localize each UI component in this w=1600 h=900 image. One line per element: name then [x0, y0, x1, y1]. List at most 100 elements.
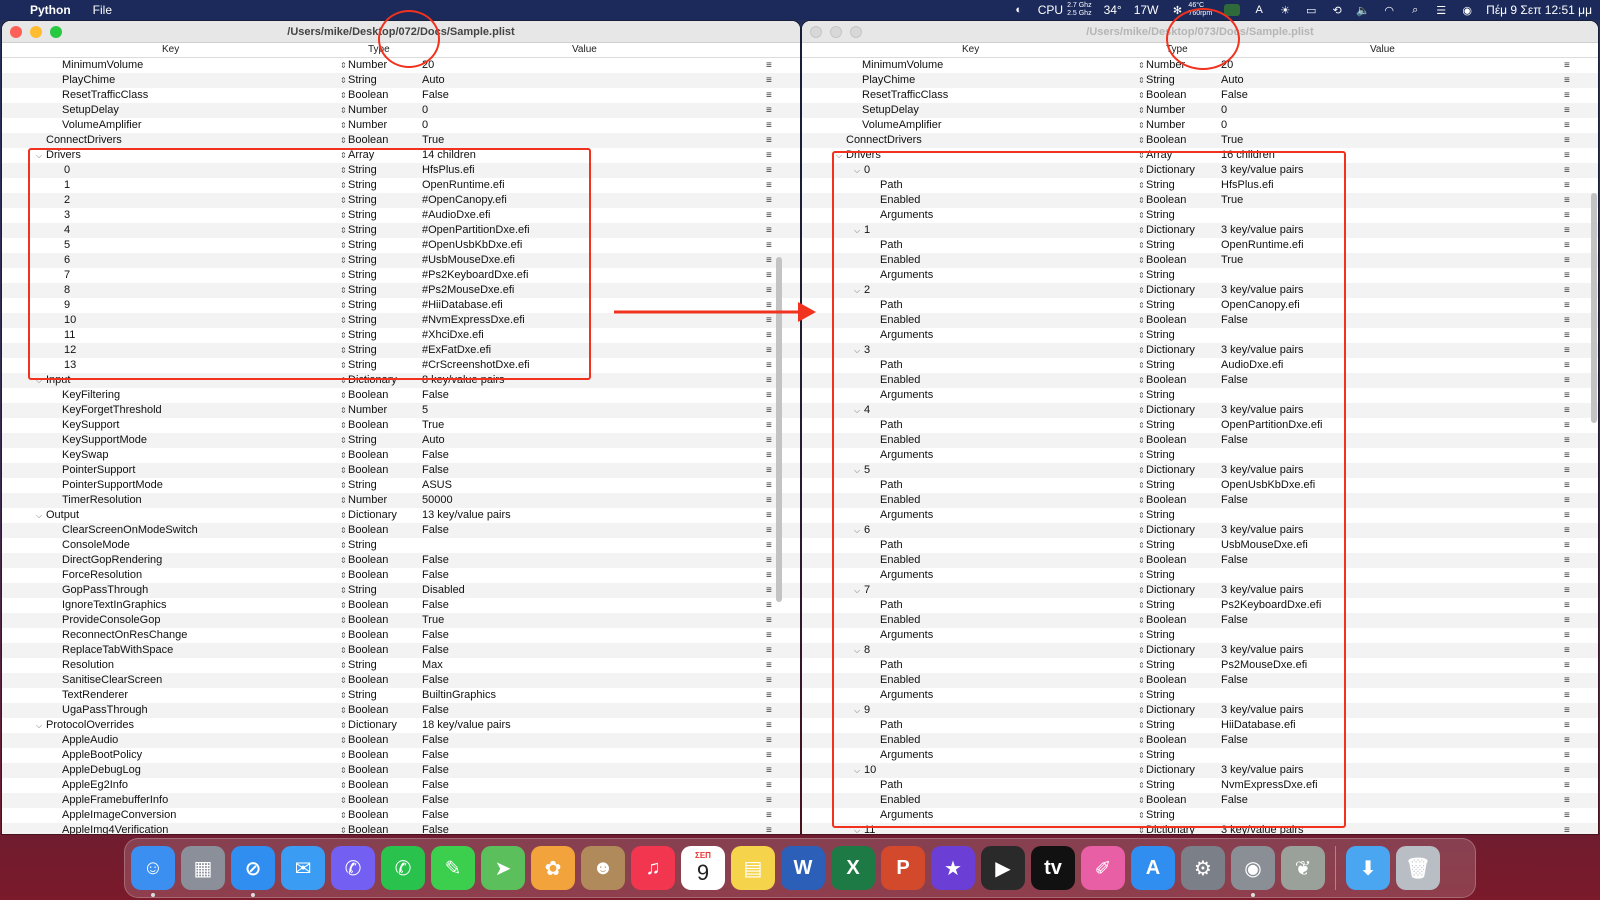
row-menu-icon[interactable]: ≡ — [766, 253, 772, 268]
row-type[interactable]: Boolean — [1146, 133, 1186, 148]
row-menu-icon[interactable]: ≡ — [1564, 733, 1570, 748]
row-menu-icon[interactable]: ≡ — [1564, 658, 1570, 673]
row-type[interactable]: Number — [348, 118, 387, 133]
type-stepper-icon[interactable]: ⇕ — [1138, 73, 1145, 88]
row-type[interactable]: String — [348, 688, 377, 703]
messages-icon[interactable]: ✎ — [431, 846, 475, 890]
row-value[interactable]: 5 — [422, 403, 428, 418]
type-stepper-icon[interactable]: ⇕ — [340, 778, 347, 793]
type-stepper-icon[interactable]: ⇕ — [340, 58, 347, 73]
imovie-icon[interactable]: ★ — [931, 846, 975, 890]
cpu-monitor[interactable]: CPU 2.7 Ghz 2.5 Ghz — [1038, 2, 1092, 18]
table-row[interactable]: AppleImg4Verification ⇕ Boolean False ≡ — [2, 823, 800, 834]
type-stepper-icon[interactable]: ⇕ — [340, 133, 347, 148]
type-stepper-icon[interactable]: ⇕ — [340, 733, 347, 748]
table-row[interactable]: AppleImageConversion ⇕ Boolean False ≡ — [2, 808, 800, 823]
type-stepper-icon[interactable]: ⇕ — [340, 793, 347, 808]
row-key[interactable]: KeySupport — [62, 418, 119, 433]
row-type[interactable]: Boolean — [348, 448, 388, 463]
row-type[interactable]: String — [348, 538, 377, 553]
type-stepper-icon[interactable]: ⇕ — [340, 118, 347, 133]
row-menu-icon[interactable]: ≡ — [766, 658, 772, 673]
table-row[interactable]: DirectGopRendering ⇕ Boolean False ≡ — [2, 553, 800, 568]
row-type[interactable]: Number — [348, 403, 387, 418]
type-stepper-icon[interactable]: ⇕ — [340, 568, 347, 583]
row-menu-icon[interactable]: ≡ — [766, 103, 772, 118]
row-menu-icon[interactable]: ≡ — [766, 73, 772, 88]
row-menu-icon[interactable]: ≡ — [1564, 118, 1570, 133]
brightness-icon[interactable]: ☀ — [1278, 3, 1292, 17]
row-type[interactable]: Boolean — [348, 388, 388, 403]
row-menu-icon[interactable]: ≡ — [766, 508, 772, 523]
row-menu-icon[interactable]: ≡ — [1564, 493, 1570, 508]
type-stepper-icon[interactable]: ⇕ — [340, 583, 347, 598]
row-type[interactable]: Dictionary — [348, 508, 397, 523]
row-menu-icon[interactable]: ≡ — [766, 613, 772, 628]
table-row[interactable]: SanitiseClearScreen ⇕ Boolean False ≡ — [2, 673, 800, 688]
row-menu-icon[interactable]: ≡ — [766, 268, 772, 283]
table-row[interactable]: KeySupportMode ⇕ String Auto ≡ — [2, 433, 800, 448]
row-key[interactable]: SetupDelay — [862, 103, 919, 118]
row-value[interactable]: 0 — [422, 118, 428, 133]
row-menu-icon[interactable]: ≡ — [766, 493, 772, 508]
row-menu-icon[interactable]: ≡ — [766, 238, 772, 253]
row-key[interactable]: ReplaceTabWithSpace — [62, 643, 173, 658]
row-type[interactable]: String — [1146, 73, 1175, 88]
control-center-icon[interactable]: ☰ — [1434, 3, 1448, 17]
power-readout[interactable]: 17W — [1134, 3, 1159, 17]
table-row[interactable]: AppleBootPolicy ⇕ Boolean False ≡ — [2, 748, 800, 763]
row-value[interactable]: False — [422, 823, 449, 834]
row-menu-icon[interactable]: ≡ — [1564, 148, 1570, 163]
row-value[interactable]: False — [422, 748, 449, 763]
type-stepper-icon[interactable]: ⇕ — [340, 73, 347, 88]
file-menu[interactable]: File — [93, 3, 112, 17]
table-row[interactable]: SetupDelay ⇕ Number 0 ≡ — [802, 103, 1598, 118]
row-key[interactable]: UgaPassThrough — [62, 703, 148, 718]
row-menu-icon[interactable]: ≡ — [1564, 538, 1570, 553]
type-stepper-icon[interactable]: ⇕ — [340, 598, 347, 613]
row-type[interactable]: Boolean — [348, 598, 388, 613]
table-row[interactable]: PlayChime ⇕ String Auto ≡ — [802, 73, 1598, 88]
type-stepper-icon[interactable]: ⇕ — [340, 763, 347, 778]
type-stepper-icon[interactable]: ⇕ — [340, 658, 347, 673]
row-type[interactable]: String — [348, 433, 377, 448]
volume-icon[interactable]: 🔈 — [1356, 3, 1370, 17]
row-menu-icon[interactable]: ≡ — [1564, 763, 1570, 778]
type-stepper-icon[interactable]: ⇕ — [340, 478, 347, 493]
row-type[interactable]: Boolean — [348, 823, 388, 834]
row-value[interactable]: BuiltinGraphics — [422, 688, 496, 703]
row-menu-icon[interactable]: ≡ — [766, 433, 772, 448]
row-value[interactable]: False — [422, 523, 449, 538]
row-value[interactable]: False — [422, 733, 449, 748]
notes-icon[interactable]: ▤ — [731, 846, 775, 890]
type-stepper-icon[interactable]: ⇕ — [1138, 118, 1145, 133]
row-key[interactable]: KeySupportMode — [62, 433, 147, 448]
row-value[interactable]: 50000 — [422, 493, 453, 508]
row-key[interactable]: AppleImg4Verification — [62, 823, 168, 834]
row-menu-icon[interactable]: ≡ — [766, 133, 772, 148]
row-key[interactable]: IgnoreTextInGraphics — [62, 598, 167, 613]
type-stepper-icon[interactable]: ⇕ — [340, 553, 347, 568]
type-stepper-icon[interactable]: ⇕ — [340, 703, 347, 718]
row-key[interactable]: PlayChime — [62, 73, 115, 88]
safari-icon[interactable]: ⊘ — [231, 846, 275, 897]
row-value[interactable]: ASUS — [422, 478, 452, 493]
type-stepper-icon[interactable]: ⇕ — [340, 628, 347, 643]
table-row[interactable]: ⌵ Output ⇕ Dictionary 13 key/value pairs ≡ — [2, 508, 800, 523]
row-menu-icon[interactable]: ≡ — [1564, 433, 1570, 448]
row-menu-icon[interactable]: ≡ — [1564, 688, 1570, 703]
row-menu-icon[interactable]: ≡ — [1564, 298, 1570, 313]
system-preferences-icon[interactable]: ⚙ — [1181, 846, 1225, 890]
row-type[interactable]: String — [348, 658, 377, 673]
row-menu-icon[interactable]: ≡ — [1564, 403, 1570, 418]
table-row[interactable]: ReplaceTabWithSpace ⇕ Boolean False ≡ — [2, 643, 800, 658]
row-value[interactable]: False — [422, 763, 449, 778]
row-key[interactable]: ConnectDrivers — [46, 133, 122, 148]
row-key[interactable]: MinimumVolume — [62, 58, 143, 73]
clock[interactable]: Πέμ 9 Σεπ 12:51 μμ — [1486, 3, 1592, 17]
row-value[interactable]: Auto — [1221, 73, 1244, 88]
row-value[interactable]: True — [422, 418, 444, 433]
table-row[interactable]: KeyForgetThreshold ⇕ Number 5 ≡ — [2, 403, 800, 418]
row-menu-icon[interactable]: ≡ — [1564, 793, 1570, 808]
row-menu-icon[interactable]: ≡ — [1564, 598, 1570, 613]
